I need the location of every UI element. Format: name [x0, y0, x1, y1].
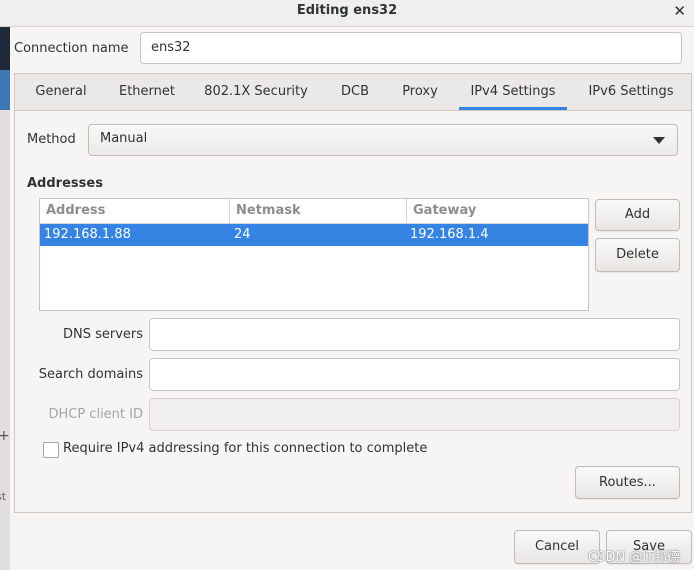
table-header: Address Netmask Gateway: [40, 199, 588, 224]
tab-general[interactable]: General: [21, 74, 101, 110]
plus-icon: +: [0, 428, 10, 444]
addresses-table[interactable]: Address Netmask Gateway 192.168.1.88 24 …: [39, 198, 589, 311]
tab-ethernet[interactable]: Ethernet: [107, 74, 187, 110]
dhcp-client-id-label: DHCP client ID: [48, 407, 143, 422]
method-label: Method: [27, 132, 76, 147]
tab-dcb[interactable]: DCB: [329, 74, 381, 110]
tab-8021x-security[interactable]: 802.1X Security: [193, 74, 319, 110]
connection-name-label: Connection name: [14, 41, 129, 56]
background-window-edge: + st: [0, 0, 10, 570]
tab-bar: General Ethernet 802.1X Security DCB Pro…: [14, 73, 692, 110]
method-value: Manual: [100, 131, 148, 146]
column-header-address[interactable]: Address: [40, 199, 229, 223]
add-address-button[interactable]: Add: [595, 199, 680, 231]
dhcp-client-id-input: [149, 398, 680, 431]
cell-address[interactable]: 192.168.1.88: [40, 224, 131, 246]
table-row[interactable]: 192.168.1.88 24 192.168.1.4: [40, 224, 588, 246]
chevron-down-icon: [653, 137, 665, 144]
column-header-gateway[interactable]: Gateway: [406, 199, 588, 223]
search-domains-label: Search domains: [38, 367, 143, 382]
column-header-netmask[interactable]: Netmask: [229, 199, 406, 223]
cell-netmask[interactable]: 24: [230, 224, 251, 246]
close-icon[interactable]: ✕: [673, 2, 686, 20]
routes-button[interactable]: Routes...: [575, 466, 680, 499]
watermark: CSDN @IT邦德: [588, 550, 680, 565]
delete-address-button[interactable]: Delete: [595, 238, 680, 272]
cell-gateway[interactable]: 192.168.1.4: [406, 224, 489, 246]
connection-name-input[interactable]: ens32: [140, 32, 682, 64]
require-ipv4-label[interactable]: Require IPv4 addressing for this connect…: [63, 441, 427, 456]
addresses-heading: Addresses: [27, 176, 103, 191]
method-dropdown[interactable]: Manual: [88, 124, 678, 156]
window-title: Editing ens32: [296, 3, 398, 18]
tab-ipv6-settings[interactable]: IPv6 Settings: [577, 74, 685, 110]
title-bar: Editing ens32 ✕: [0, 0, 694, 27]
dns-servers-input[interactable]: [149, 318, 680, 351]
tab-ipv4-settings[interactable]: IPv4 Settings: [459, 74, 567, 110]
dns-servers-label: DNS servers: [62, 327, 143, 342]
require-ipv4-checkbox[interactable]: [43, 442, 59, 458]
search-domains-input[interactable]: [149, 358, 680, 391]
tab-proxy[interactable]: Proxy: [389, 74, 451, 110]
